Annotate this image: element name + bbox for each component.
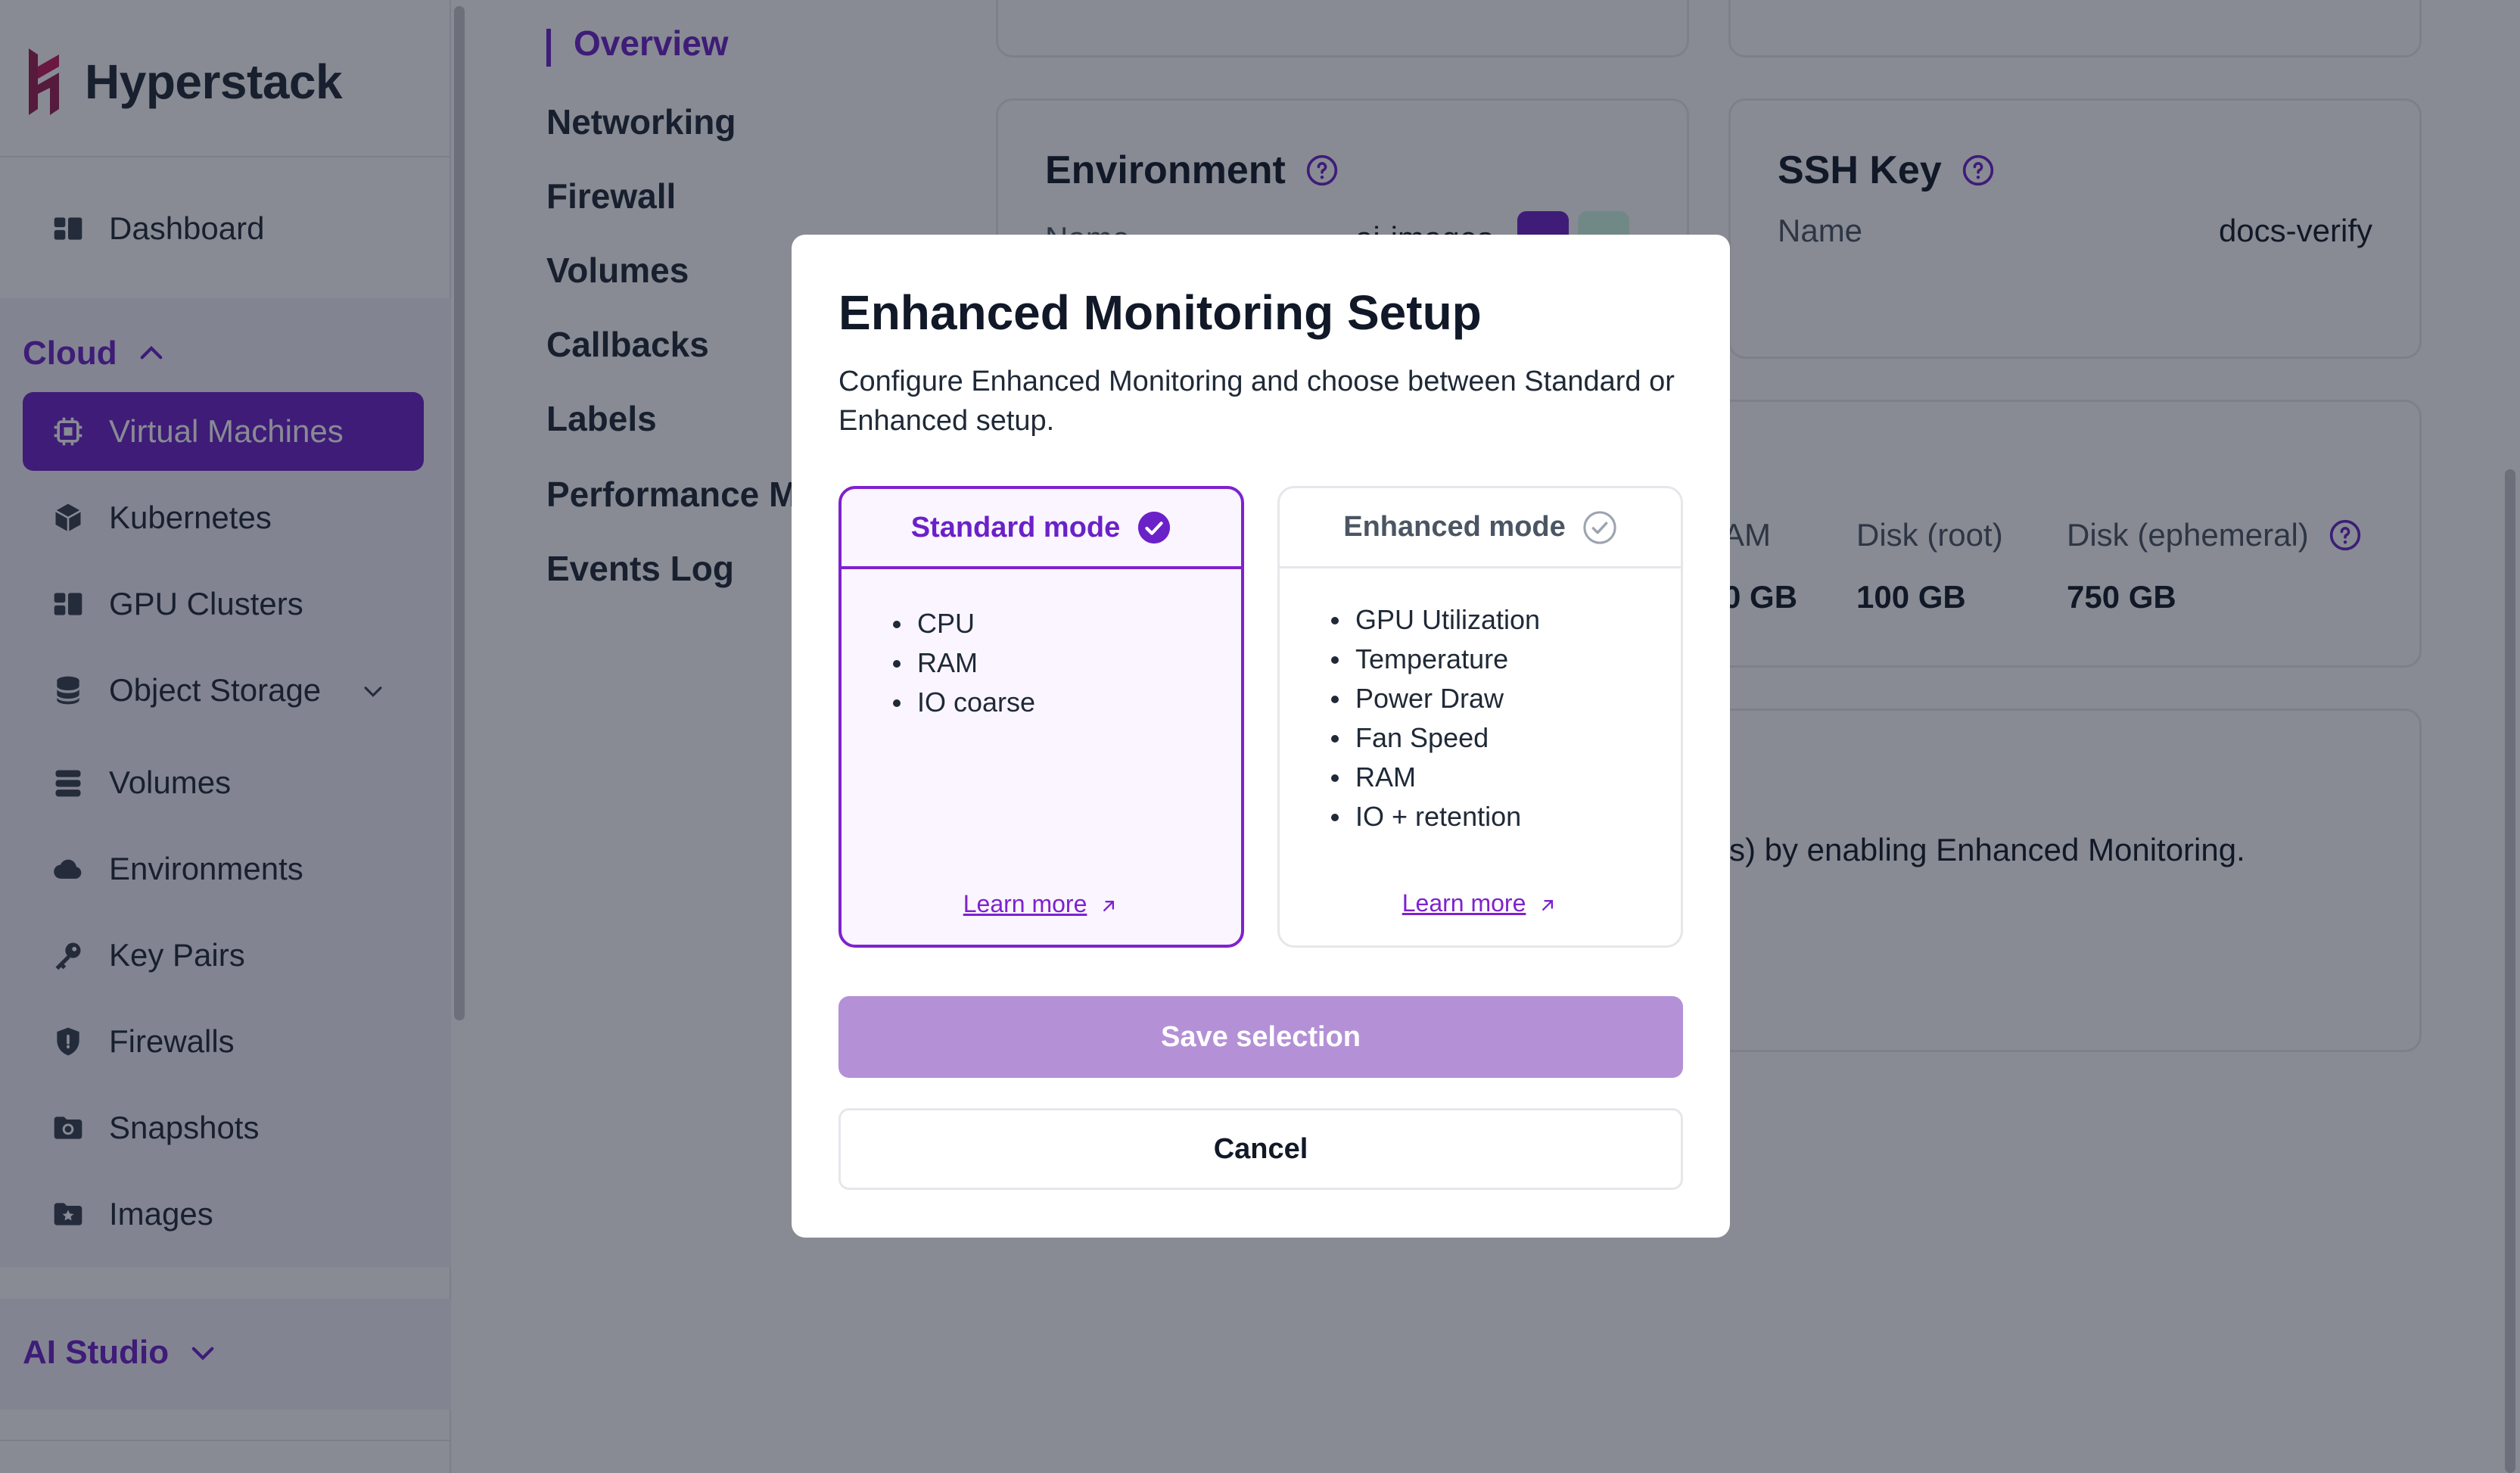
enhanced-mode-header: Enhanced mode (1280, 488, 1681, 568)
list-item: Temperature (1331, 640, 1540, 679)
learn-more-text: Learn more (1402, 889, 1526, 917)
enhanced-learn-more-link[interactable]: Learn more (1280, 889, 1681, 917)
save-selection-button[interactable]: Save selection (838, 996, 1683, 1078)
modal-title: Enhanced Monitoring Setup (838, 285, 1482, 340)
standard-mode-option[interactable]: Standard mode CPU RAM IO coarse Learn mo… (838, 486, 1244, 948)
modal-description: Configure Enhanced Monitoring and choose… (838, 366, 1675, 437)
list-item: GPU Utilization (1331, 600, 1540, 640)
list-item: Power Draw (1331, 679, 1540, 718)
external-link-icon (1542, 899, 1554, 911)
standard-learn-more-link[interactable]: Learn more (842, 890, 1241, 918)
list-item: RAM (1331, 758, 1540, 797)
list-item: Fan Speed (1331, 718, 1540, 758)
enhanced-monitoring-modal: Enhanced Monitoring Setup Configure Enha… (792, 235, 1730, 1238)
list-item: IO + retention (1331, 797, 1540, 836)
enhanced-mode-label: Enhanced mode (1343, 511, 1566, 543)
enhanced-mode-option[interactable]: Enhanced mode GPU Utilization Temperatur… (1277, 486, 1683, 948)
learn-more-text: Learn more (963, 890, 1087, 917)
standard-mode-label: Standard mode (910, 511, 1121, 543)
list-item: RAM (893, 643, 1035, 683)
standard-mode-header: Standard mode (842, 489, 1241, 569)
check-circle-outline-icon (1583, 510, 1616, 544)
check-circle-filled-icon (1138, 511, 1171, 544)
list-item: CPU (893, 604, 1035, 643)
list-item: IO coarse (893, 683, 1035, 722)
cancel-button[interactable]: Cancel (838, 1108, 1683, 1190)
external-link-icon (1103, 900, 1115, 911)
standard-feature-list: CPU RAM IO coarse (893, 604, 1035, 722)
enhanced-feature-list: GPU Utilization Temperature Power Draw F… (1331, 600, 1540, 836)
